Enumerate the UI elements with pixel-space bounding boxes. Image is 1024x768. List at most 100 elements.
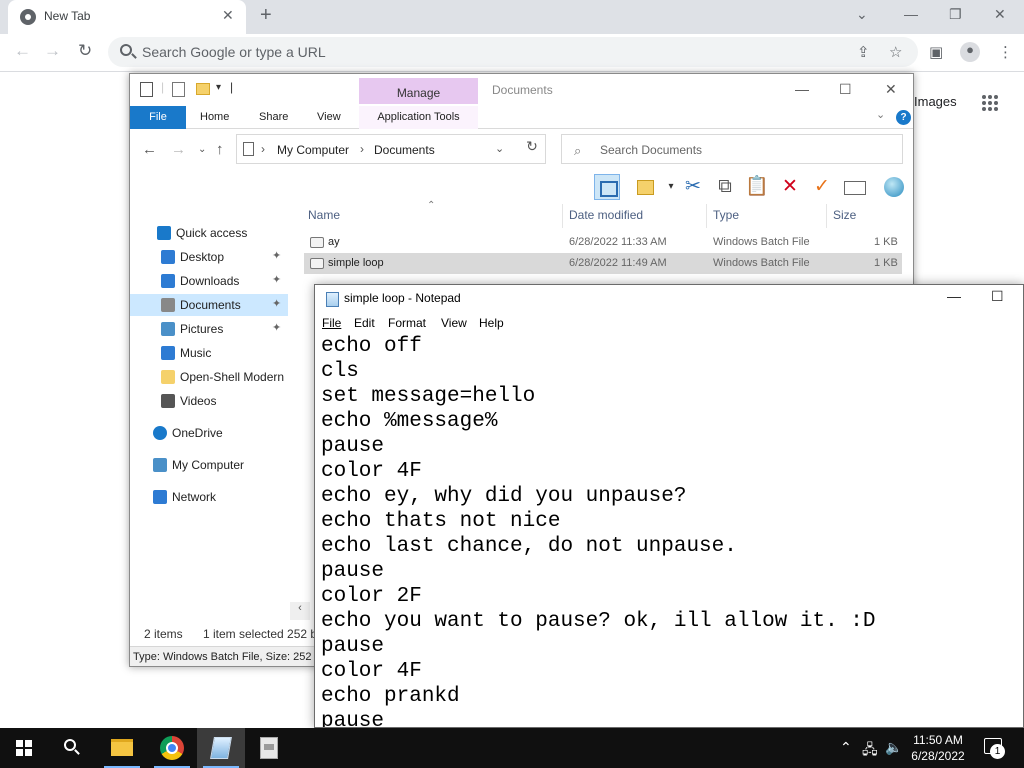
- ribbon-tab-share[interactable]: Share: [259, 106, 288, 129]
- back-icon[interactable]: ←: [14, 41, 31, 61]
- nav-item[interactable]: Music: [130, 342, 288, 364]
- notepad-titlebar: simple loop - Notepad — ☐: [315, 285, 1023, 313]
- new-folder-quick-icon[interactable]: [196, 83, 210, 95]
- new-folder-icon[interactable]: [632, 174, 658, 200]
- customize-qat-chevron-icon[interactable]: ▾: [216, 82, 221, 93]
- taskbar-chrome[interactable]: [148, 728, 196, 768]
- nav-item[interactable]: Quick access: [130, 222, 288, 244]
- scroll-left-icon[interactable]: ‹: [290, 602, 310, 620]
- delete-icon[interactable]: ✕: [777, 174, 803, 200]
- ribbon-expand-chevron-icon[interactable]: ⌄: [876, 108, 885, 121]
- menu-edit[interactable]: Edit: [354, 316, 375, 330]
- menu-file[interactable]: File: [322, 316, 341, 330]
- cloud-icon: [153, 426, 167, 440]
- menu-format[interactable]: Format: [388, 316, 426, 330]
- forward-icon[interactable]: →: [44, 41, 61, 61]
- internet-options-icon[interactable]: [881, 174, 907, 200]
- chrome-menu-icon[interactable]: ⋮: [998, 43, 1013, 61]
- nav-item[interactable]: OneDrive: [130, 422, 288, 444]
- taskbar-clock[interactable]: 11:50 AM 6/28/2022: [900, 732, 976, 764]
- nav-item[interactable]: Videos: [130, 390, 288, 412]
- google-images-link[interactable]: Images: [914, 94, 957, 109]
- breadcrumb-separator-icon[interactable]: ›: [261, 142, 265, 156]
- omnibox[interactable]: [108, 37, 918, 67]
- explorer-search-input[interactable]: [600, 141, 890, 159]
- nav-item[interactable]: Desktop ✦: [130, 246, 288, 268]
- bookmark-star-icon[interactable]: ☆: [889, 43, 902, 61]
- omnibox-input[interactable]: [142, 42, 742, 62]
- breadcrumb-my-computer[interactable]: My Computer: [277, 143, 349, 157]
- breadcrumb-separator-icon[interactable]: ›: [360, 142, 364, 156]
- start-button[interactable]: [0, 728, 48, 768]
- taskbar-search-button[interactable]: [48, 728, 96, 768]
- column-header-name[interactable]: Name: [308, 208, 340, 222]
- documents-icon: [161, 298, 175, 312]
- file-row[interactable]: ay 6/28/2022 11:33 AM Windows Batch File 1 …: [304, 232, 902, 253]
- paste-icon[interactable]: 📋: [744, 174, 770, 200]
- ribbon-tab-view[interactable]: View: [317, 106, 341, 129]
- ribbon-tab-home[interactable]: Home: [200, 106, 229, 129]
- manage-context-tab[interactable]: Manage: [359, 78, 478, 104]
- menu-help[interactable]: Help: [479, 316, 504, 330]
- status-selection: 1 item selected 252 b: [203, 627, 318, 641]
- explorer-forward-icon[interactable]: →: [171, 141, 186, 158]
- nav-item-label: OneDrive: [172, 426, 223, 440]
- profile-avatar-icon[interactable]: ●: [960, 42, 980, 62]
- show-hidden-icons-chevron-icon[interactable]: ⌃: [840, 739, 852, 756]
- explorer-search-box[interactable]: ⌕: [561, 134, 903, 164]
- up-level-icon[interactable]: ↑: [216, 141, 224, 158]
- address-history-chevron-icon[interactable]: ⌄: [495, 142, 504, 155]
- taskbar-notepad[interactable]: [197, 728, 245, 768]
- refresh-icon[interactable]: ↻: [520, 138, 544, 155]
- cut-icon[interactable]: ✂: [680, 174, 706, 200]
- address-bar[interactable]: › My Computer › Documents ⌄: [236, 134, 546, 164]
- tab-close-icon[interactable]: ✕: [222, 7, 234, 24]
- nav-item[interactable]: Documents ✦: [130, 294, 288, 316]
- explorer-back-icon[interactable]: ←: [142, 141, 157, 158]
- notepad-window: simple loop - Notepad — ☐ File Edit Form…: [314, 284, 1024, 728]
- taskbar-file-explorer[interactable]: [98, 728, 146, 768]
- side-panel-icon[interactable]: ▣: [929, 43, 943, 61]
- network-tray-icon[interactable]: 🖧: [862, 739, 878, 763]
- ribbon-tab-application-tools[interactable]: Application Tools: [359, 106, 478, 129]
- new-tab-button[interactable]: +: [260, 4, 272, 27]
- properties-icon[interactable]: [841, 174, 867, 200]
- menu-view[interactable]: View: [441, 316, 467, 330]
- share-icon[interactable]: ⇪: [857, 43, 870, 61]
- chrome-minimize-button[interactable]: —: [904, 6, 918, 22]
- file-name: simple loop: [328, 257, 384, 269]
- recent-locations-chevron-icon[interactable]: ⌄: [198, 144, 206, 155]
- explorer-minimize-button[interactable]: —: [795, 81, 809, 97]
- chrome-icon: [160, 736, 184, 760]
- nav-item[interactable]: Pictures ✦: [130, 318, 288, 340]
- file-row[interactable]: simple loop 6/28/2022 11:49 AM Windows Bat…: [304, 253, 902, 274]
- nav-item[interactable]: Network: [130, 486, 288, 508]
- chrome-close-button[interactable]: ✕: [994, 6, 1006, 23]
- help-icon[interactable]: ?: [896, 110, 911, 125]
- notepad-minimize-button[interactable]: —: [947, 288, 961, 304]
- notepad-text-area[interactable]: echo off cls set message=hello echo %mes…: [315, 334, 1023, 727]
- explorer-maximize-button[interactable]: ☐: [839, 81, 852, 98]
- column-header-date-modified[interactable]: Date modified: [569, 208, 643, 222]
- layout-pane-icon[interactable]: [594, 174, 620, 200]
- breadcrumb-documents[interactable]: Documents: [374, 143, 435, 157]
- nav-item[interactable]: My Computer: [130, 454, 288, 476]
- properties-quick-icon[interactable]: [172, 82, 185, 97]
- ribbon-tab-file[interactable]: File: [130, 106, 186, 129]
- clock-date: 6/28/2022: [911, 749, 965, 763]
- column-header-size[interactable]: Size: [833, 208, 856, 222]
- taskbar-batch-app[interactable]: [245, 728, 293, 768]
- notepad-maximize-button[interactable]: ☐: [991, 288, 1004, 305]
- google-apps-icon[interactable]: [982, 95, 998, 111]
- explorer-close-button[interactable]: ✕: [885, 81, 897, 98]
- nav-item[interactable]: Open-Shell Modern: [130, 366, 288, 388]
- search-icon: [120, 44, 132, 56]
- nav-item[interactable]: Downloads ✦: [130, 270, 288, 292]
- column-header-type[interactable]: Type: [713, 208, 739, 222]
- reload-icon[interactable]: ↻: [78, 41, 92, 61]
- chrome-tab-new-tab[interactable]: New Tab ✕: [8, 0, 246, 34]
- rename-check-icon[interactable]: ✓: [809, 174, 835, 200]
- chrome-restore-button[interactable]: ❐: [949, 6, 962, 23]
- chrome-tab-search-chevron-icon[interactable]: ⌄: [856, 6, 868, 23]
- copy-icon[interactable]: ⧉: [712, 174, 738, 200]
